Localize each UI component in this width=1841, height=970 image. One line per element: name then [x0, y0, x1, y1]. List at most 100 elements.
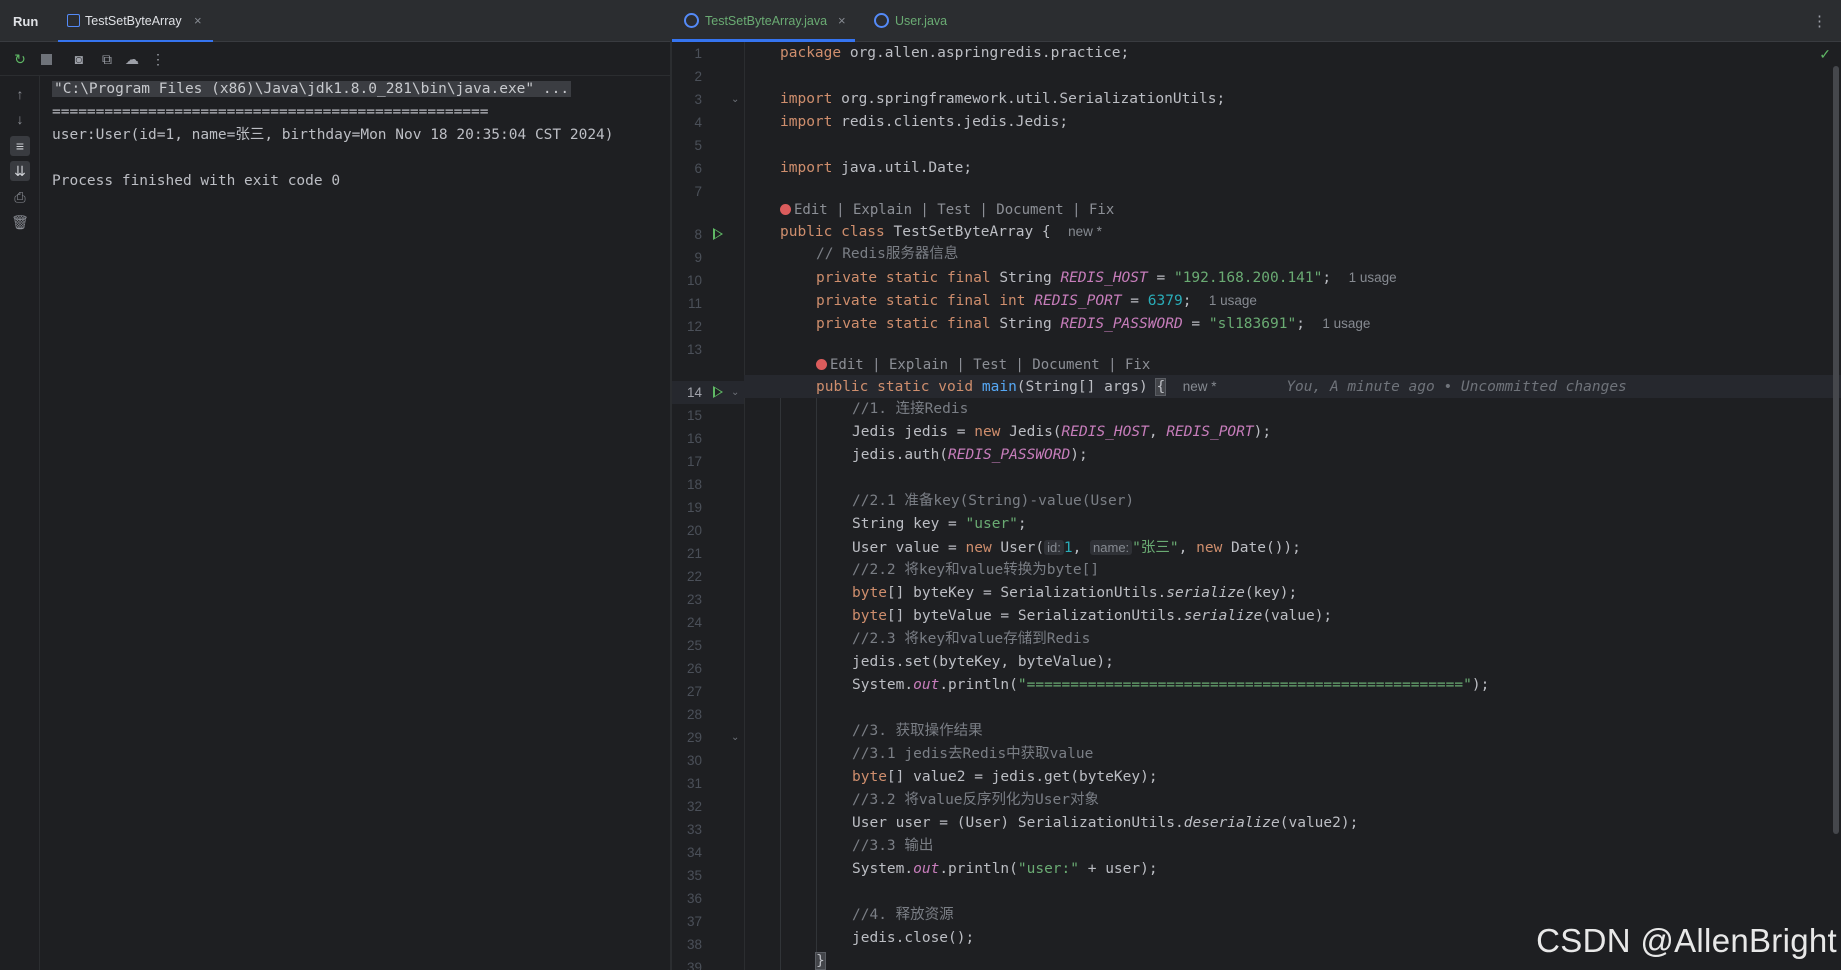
more-icon[interactable]: ⋮: [150, 51, 166, 67]
console-output[interactable]: "C:\Program Files (x86)\Java\jdk1.8.0_28…: [52, 78, 662, 193]
gutter-row[interactable]: 14 ⌄: [672, 381, 744, 404]
stop-icon[interactable]: [38, 51, 54, 67]
code-line-current[interactable]: public static void main(String[] args) {…: [744, 375, 1841, 398]
trash-icon[interactable]: 🗑: [10, 212, 30, 232]
code-line[interactable]: String key = "user";: [744, 513, 1841, 536]
code-line[interactable]: //3.2 将value反序列化为User对象: [744, 789, 1841, 812]
usage-hint[interactable]: 1 usage: [1349, 270, 1397, 285]
code-line[interactable]: byte[] value2 = jedis.get(byteKey);: [744, 766, 1841, 789]
gutter-row[interactable]: 3 ⌄: [672, 88, 744, 111]
fold-chevron-icon[interactable]: ⌄: [731, 381, 739, 404]
line-number-gutter[interactable]: 1 2 3 ⌄ 4 5 6 7 8 9 10 11 12 13 14 ⌄ 15 16 17 18 19 20 21 22 23 2…: [672, 42, 744, 970]
gutter-row[interactable]: 8: [672, 223, 744, 246]
code-line[interactable]: //3.3 输出: [744, 835, 1841, 858]
code-line[interactable]: User value = new User(id: 1, name: "张三", n…: [744, 536, 1841, 559]
code-line[interactable]: byte[] byteKey = SerializationUtils.seri…: [744, 582, 1841, 605]
usage-hint[interactable]: 1 usage: [1209, 293, 1257, 308]
gutter-row[interactable]: 10: [672, 269, 744, 292]
gutter-row[interactable]: 16: [672, 427, 744, 450]
gutter-row[interactable]: 7: [672, 180, 744, 203]
usage-hint[interactable]: 1 usage: [1322, 316, 1370, 331]
print-icon[interactable]: ⎙: [10, 187, 30, 207]
gutter-row[interactable]: 1: [672, 42, 744, 65]
code-line[interactable]: package org.allen.aspringredis.practice;: [744, 42, 1841, 65]
code-line[interactable]: //2.1 准备key(String)-value(User): [744, 490, 1841, 513]
code-line[interactable]: User user = (User) SerializationUtils.de…: [744, 812, 1841, 835]
code-line[interactable]: import org.springframework.util.Serializ…: [744, 88, 1841, 111]
gutter-row[interactable]: 5: [672, 134, 744, 157]
console-command-line[interactable]: "C:\Program Files (x86)\Java\jdk1.8.0_28…: [52, 81, 572, 97]
fold-chevron-icon[interactable]: ⌄: [731, 88, 739, 111]
gutter-row[interactable]: 21: [672, 542, 744, 565]
run-gutter-icon[interactable]: [713, 228, 723, 240]
gutter-row[interactable]: 18: [672, 473, 744, 496]
gutter-row[interactable]: 30: [672, 749, 744, 772]
gutter-row[interactable]: 33: [672, 818, 744, 841]
gutter-row[interactable]: 32: [672, 795, 744, 818]
code-line[interactable]: private static final int REDIS_PORT = 63…: [744, 289, 1841, 312]
coverage-icon[interactable]: ☁: [124, 51, 140, 67]
author-hint[interactable]: new *: [1068, 224, 1102, 239]
code-line[interactable]: private static final String REDIS_HOST =…: [744, 266, 1841, 289]
code-line[interactable]: //3.1 jedis去Redis中获取value: [744, 743, 1841, 766]
code-line[interactable]: import java.util.Date;: [744, 157, 1841, 180]
code-line[interactable]: import redis.clients.jedis.Jedis;: [744, 111, 1841, 134]
soft-wrap-icon[interactable]: ≡: [10, 136, 30, 156]
gutter-row[interactable]: 31: [672, 772, 744, 795]
more-icon[interactable]: ⋮: [1812, 12, 1827, 30]
run-tab-testsetbytearray[interactable]: TestSetByteArray ×: [58, 0, 213, 42]
code-line[interactable]: //1. 连接Redis: [744, 398, 1841, 421]
down-arrow-icon[interactable]: ↓: [10, 109, 30, 129]
code-line[interactable]: //2.2 将key和value转换为byte[]: [744, 559, 1841, 582]
gutter-row[interactable]: 2: [672, 65, 744, 88]
gutter-row[interactable]: 13: [672, 338, 744, 361]
code-line[interactable]: jedis.set(byteKey, byteValue);: [744, 651, 1841, 674]
code-line[interactable]: System.out.println("user:" + user);: [744, 858, 1841, 881]
no-problems-check-icon[interactable]: ✓: [1819, 46, 1831, 63]
close-icon[interactable]: ×: [838, 13, 846, 28]
code-line[interactable]: public class TestSetByteArray { new *: [744, 220, 1841, 243]
gutter-row[interactable]: 27: [672, 680, 744, 703]
code-area[interactable]: package org.allen.aspringredis.practice;…: [744, 42, 1841, 970]
code-line[interactable]: // Redis服务器信息: [744, 243, 1841, 266]
gutter-row[interactable]: 11: [672, 292, 744, 315]
gutter-row[interactable]: 20: [672, 519, 744, 542]
gutter-row[interactable]: 39: [672, 956, 744, 970]
gutter-row[interactable]: 4: [672, 111, 744, 134]
gutter-row[interactable]: 25: [672, 634, 744, 657]
code-line[interactable]: byte[] byteValue = SerializationUtils.se…: [744, 605, 1841, 628]
gutter-row[interactable]: 23: [672, 588, 744, 611]
fold-chevron-icon[interactable]: ⌄: [731, 726, 739, 749]
gutter-row[interactable]: 28: [672, 703, 744, 726]
gutter-row[interactable]: 34: [672, 841, 744, 864]
gutter-row[interactable]: 29 ⌄: [672, 726, 744, 749]
gutter-row[interactable]: 15: [672, 404, 744, 427]
gutter-row[interactable]: 12: [672, 315, 744, 338]
gutter-row[interactable]: 26: [672, 657, 744, 680]
author-hint[interactable]: new *: [1183, 379, 1217, 394]
up-arrow-icon[interactable]: ↑: [10, 84, 30, 104]
code-line[interactable]: //3. 获取操作结果: [744, 720, 1841, 743]
code-line[interactable]: //2.3 将key和value存储到Redis: [744, 628, 1841, 651]
close-icon[interactable]: ×: [194, 13, 202, 28]
scroll-to-end-icon[interactable]: ⇊: [10, 161, 30, 181]
code-line[interactable]: private static final String REDIS_PASSWO…: [744, 312, 1841, 335]
code-line[interactable]: Jedis jedis = new Jedis(REDIS_HOST, REDI…: [744, 421, 1841, 444]
rerun-icon[interactable]: ↻: [12, 51, 28, 67]
gutter-row[interactable]: 37: [672, 910, 744, 933]
gutter-row[interactable]: 17: [672, 450, 744, 473]
ai-code-lens[interactable]: Edit | Explain | Test | Document | Fix: [780, 200, 1114, 220]
vertical-scrollbar[interactable]: [1833, 66, 1839, 834]
gutter-row[interactable]: 19: [672, 496, 744, 519]
gutter-row[interactable]: 35: [672, 864, 744, 887]
gutter-row[interactable]: 9: [672, 246, 744, 269]
camera-icon[interactable]: ◙: [71, 51, 87, 67]
gutter-row[interactable]: 38: [672, 933, 744, 956]
ai-code-lens[interactable]: Edit | Explain | Test | Document | Fix: [816, 355, 1150, 375]
gutter-row[interactable]: 6: [672, 157, 744, 180]
tab-testsetbytearray-java[interactable]: TestSetByteArray.java ×: [672, 0, 855, 42]
gutter-row[interactable]: 36: [672, 887, 744, 910]
code-line[interactable]: System.out.println("====================…: [744, 674, 1841, 697]
restore-layout-icon[interactable]: ⧉: [99, 51, 115, 67]
tab-user-java[interactable]: User.java: [862, 0, 962, 42]
